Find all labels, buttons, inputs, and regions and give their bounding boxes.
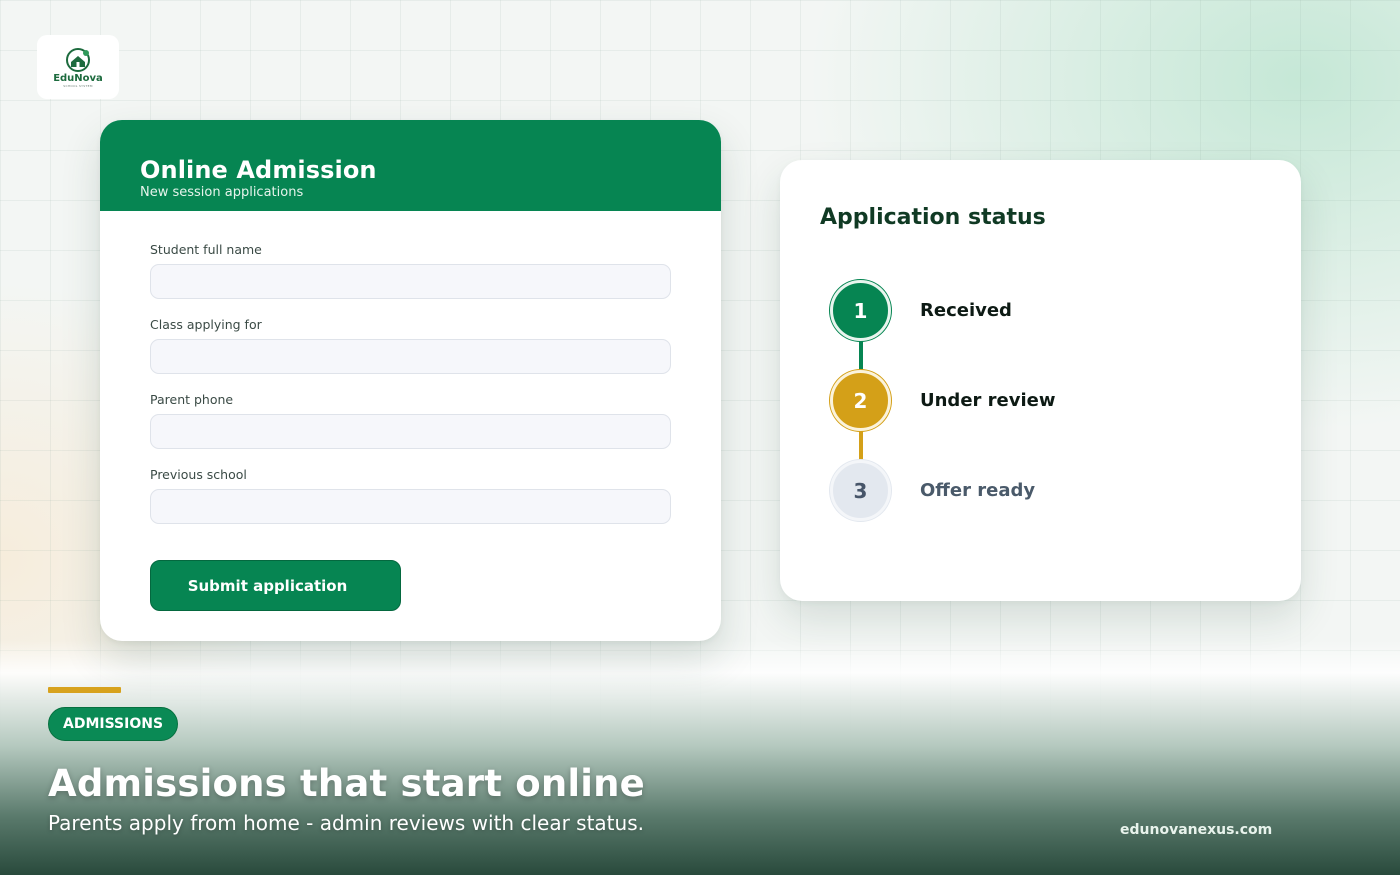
previous-school-label: Previous school	[150, 467, 247, 482]
website-link[interactable]: edunovanexus.com	[1120, 822, 1272, 838]
bottom-gradient	[0, 640, 1400, 875]
step-connector-2	[859, 428, 863, 462]
admission-form-card: Online Admission New session application…	[100, 120, 721, 641]
promo-subheadline: Parents apply from home - admin reviews …	[48, 811, 644, 835]
admission-form-header: Online Admission New session application…	[100, 120, 721, 211]
status-panel-title: Application status	[820, 205, 1046, 230]
student-name-input[interactable]	[150, 264, 671, 299]
parent-phone-label: Parent phone	[150, 392, 234, 407]
step-3-label: Offer ready	[920, 480, 1036, 501]
step-1-indicator: 1	[830, 280, 891, 341]
step-2-indicator: 2	[830, 370, 891, 431]
step-3-indicator: 3	[830, 460, 891, 521]
class-applying-label: Class applying for	[150, 317, 262, 332]
step-2-label: Under review	[920, 390, 1056, 411]
school-crest-icon	[66, 47, 90, 72]
application-status-card: Application status 1 Received 2 Under re…	[780, 160, 1301, 601]
promo-headline: Admissions that start online	[48, 762, 645, 805]
submit-application-button[interactable]: Submit application	[150, 560, 401, 611]
logo-wordmark: EduNova	[53, 72, 103, 84]
accent-bar	[48, 687, 121, 693]
student-name-label: Student full name	[150, 242, 262, 257]
logo-tagline: SCHOOL SYSTEM	[63, 83, 93, 88]
brand-logo[interactable]: EduNova SCHOOL SYSTEM	[37, 35, 119, 99]
parent-phone-input[interactable]	[150, 414, 671, 449]
admission-form-title: Online Admission	[140, 156, 377, 184]
admissions-badge: ADMISSIONS	[48, 707, 179, 741]
step-1-label: Received	[920, 300, 1012, 321]
submit-application-label: Submit application	[187, 576, 348, 595]
step-connector-1	[859, 338, 863, 372]
admission-form-subtitle: New session applications	[140, 185, 304, 200]
previous-school-input[interactable]	[150, 489, 671, 524]
class-applying-input[interactable]	[150, 339, 671, 374]
